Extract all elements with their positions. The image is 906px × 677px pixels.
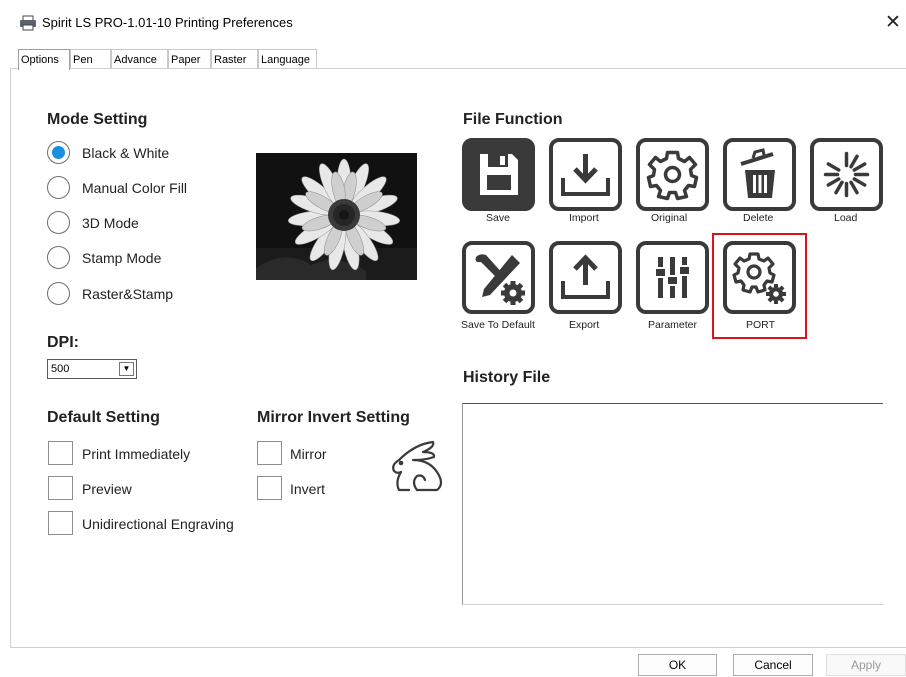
radio-label-manual-color-fill: Manual Color Fill bbox=[82, 180, 188, 196]
ok-button[interactable]: OK bbox=[638, 654, 717, 676]
save-to-default-label: Save To Default bbox=[461, 319, 535, 331]
delete-button[interactable] bbox=[723, 138, 796, 211]
radio-3d-mode[interactable] bbox=[47, 211, 70, 234]
save-label: Save bbox=[486, 212, 510, 224]
dpi-select[interactable]: 500 ▼ bbox=[47, 359, 137, 379]
radio-label-stamp-mode: Stamp Mode bbox=[82, 250, 162, 266]
file-function-title: File Function bbox=[463, 111, 563, 128]
dpi-value: 500 bbox=[51, 363, 70, 375]
checkbox-label-mirror: Mirror bbox=[290, 446, 327, 462]
tab-raster[interactable]: Raster bbox=[211, 49, 258, 69]
mirror-invert-title: Mirror Invert Setting bbox=[257, 409, 410, 426]
parameter-label: Parameter bbox=[648, 319, 698, 331]
gear-icon bbox=[646, 150, 699, 201]
history-file-list[interactable] bbox=[462, 403, 883, 605]
checkbox-label-print-immediately: Print Immediately bbox=[82, 446, 191, 462]
tab-paper[interactable]: Paper bbox=[168, 49, 211, 69]
checkbox-preview[interactable] bbox=[48, 476, 73, 500]
dpi-label: DPI: bbox=[47, 334, 79, 351]
radio-label-raster-stamp: Raster&Stamp bbox=[82, 286, 174, 302]
import-label: Import bbox=[569, 212, 599, 224]
tab-options[interactable]: Options bbox=[18, 49, 70, 70]
radio-label-black-white: Black & White bbox=[82, 145, 170, 161]
checkbox-print-immediately[interactable] bbox=[48, 441, 73, 465]
title-bar: Spirit LS PRO-1.01-10 Printing Preferenc… bbox=[0, 0, 906, 46]
window-title: Spirit LS PRO-1.01-10 Printing Preferenc… bbox=[42, 15, 293, 30]
save-to-default-button[interactable] bbox=[462, 241, 535, 314]
trash-icon bbox=[740, 148, 775, 198]
tray-upload-icon bbox=[561, 254, 610, 299]
radio-raster-stamp[interactable] bbox=[47, 282, 70, 305]
radio-manual-color-fill[interactable] bbox=[47, 176, 70, 199]
printer-icon bbox=[20, 15, 36, 31]
default-setting-title: Default Setting bbox=[47, 409, 160, 426]
original-label: Original bbox=[651, 212, 688, 224]
radio-stamp-mode[interactable] bbox=[47, 246, 70, 269]
checkbox-mirror[interactable] bbox=[257, 441, 282, 465]
load-label: Load bbox=[834, 212, 858, 224]
loading-spinner-icon bbox=[823, 151, 870, 198]
close-button[interactable]: ✕ bbox=[880, 9, 906, 37]
original-button[interactable] bbox=[636, 138, 709, 211]
apply-button[interactable]: Apply bbox=[826, 654, 906, 676]
floppy-save-icon bbox=[480, 154, 518, 195]
checkbox-label-unidirectional-engraving: Unidirectional Engraving bbox=[82, 516, 234, 532]
tab-pen[interactable]: Pen bbox=[70, 49, 111, 69]
tab-advance[interactable]: Advance bbox=[111, 49, 168, 69]
rabbit-icon bbox=[392, 440, 443, 492]
chevron-down-icon[interactable]: ▼ bbox=[119, 362, 134, 376]
load-button[interactable] bbox=[810, 138, 883, 211]
history-file-title: History File bbox=[463, 369, 551, 386]
import-button[interactable] bbox=[549, 138, 622, 211]
checkbox-invert[interactable] bbox=[257, 476, 282, 500]
sliders-icon bbox=[656, 257, 689, 298]
delete-label: Delete bbox=[743, 212, 774, 224]
checkbox-label-preview: Preview bbox=[82, 481, 132, 497]
cancel-button[interactable]: Cancel bbox=[733, 654, 813, 676]
wrench-screwdriver-gear-icon bbox=[475, 254, 525, 305]
checkbox-unidirectional-engraving[interactable] bbox=[48, 511, 73, 535]
radio-black-white[interactable] bbox=[47, 141, 70, 164]
radio-label-3d-mode: 3D Mode bbox=[82, 215, 139, 231]
parameter-button[interactable] bbox=[636, 241, 709, 314]
preview-image bbox=[256, 153, 417, 280]
export-label: Export bbox=[569, 319, 600, 331]
port-highlight bbox=[712, 233, 807, 339]
save-button[interactable] bbox=[462, 138, 535, 211]
export-button[interactable] bbox=[549, 241, 622, 314]
checkbox-label-invert: Invert bbox=[290, 481, 326, 497]
mode-setting-title: Mode Setting bbox=[47, 111, 148, 128]
tray-download-icon bbox=[561, 154, 610, 196]
tab-language[interactable]: Language bbox=[258, 49, 317, 69]
